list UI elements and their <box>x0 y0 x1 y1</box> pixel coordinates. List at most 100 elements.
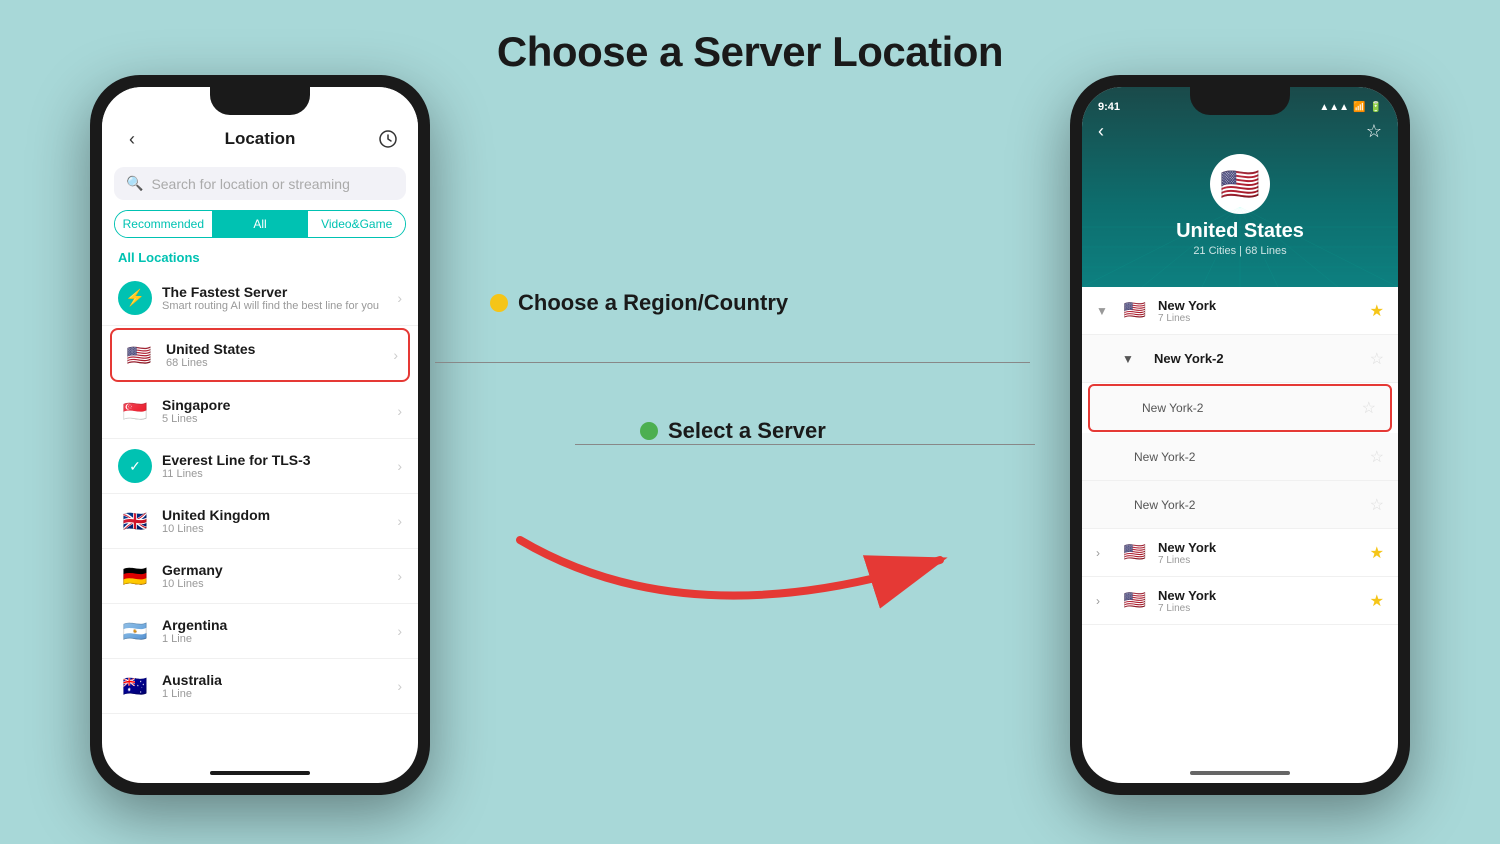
uk-info: United Kingdom 10 Lines <box>162 507 397 535</box>
list-item-de[interactable]: 🇩🇪 Germany 10 Lines › <box>102 549 418 604</box>
right-back-button[interactable]: ‹ <box>1098 121 1104 142</box>
star-icon-2[interactable]: ☆ <box>1370 349 1384 369</box>
star-icon-6[interactable]: ★ <box>1370 543 1384 563</box>
ny-lines-2: 7 Lines <box>1158 555 1370 566</box>
star-icon-4[interactable]: ☆ <box>1370 447 1384 467</box>
right-nav: ‹ ☆ <box>1082 117 1398 146</box>
chevron-icon: › <box>397 403 402 419</box>
au-name: Australia <box>162 672 397 688</box>
grid-decoration <box>1082 207 1398 287</box>
us-flag: 🇺🇸 <box>122 338 156 372</box>
section-label: All Locations <box>102 246 418 271</box>
chevron-icon: › <box>397 568 402 584</box>
fastest-icon: ⚡ <box>118 281 152 315</box>
ny-name-3: New York <box>1158 588 1370 603</box>
region-dot <box>490 294 508 312</box>
star-icon-1[interactable]: ★ <box>1370 301 1384 321</box>
home-indicator <box>210 771 310 775</box>
time: 9:41 <box>1098 101 1120 113</box>
au-flag: 🇦🇺 <box>118 669 152 703</box>
list-item-everest[interactable]: ✓ Everest Line for TLS-3 11 Lines › <box>102 439 418 494</box>
chevron-icon: › <box>397 458 402 474</box>
star-icon-7[interactable]: ★ <box>1370 591 1384 611</box>
de-flag: 🇩🇪 <box>118 559 152 593</box>
everest-icon: ✓ <box>118 449 152 483</box>
back-button[interactable]: ‹ <box>118 125 146 153</box>
chevron-icon: › <box>397 290 402 306</box>
tab-videogame[interactable]: Video&Game <box>308 211 405 237</box>
right-item-ny2-parent[interactable]: ▼ New York-2 ☆ <box>1082 335 1398 383</box>
battery-icon: 🔋 <box>1370 102 1382 113</box>
right-home-indicator <box>1190 771 1290 775</box>
server-text: Select a Server <box>668 418 826 444</box>
annotation-region: Choose a Region/Country <box>490 290 788 316</box>
list-item-uk[interactable]: 🇬🇧 United Kingdom 10 Lines › <box>102 494 418 549</box>
list-item-sg[interactable]: 🇸🇬 Singapore 5 Lines › <box>102 384 418 439</box>
location-list: ⚡ The Fastest Server Smart routing AI wi… <box>102 271 418 714</box>
red-arrow <box>490 480 990 680</box>
star-icon-5[interactable]: ☆ <box>1370 495 1384 515</box>
search-placeholder: Search for location or streaming <box>151 176 349 192</box>
fastest-name: The Fastest Server <box>162 284 397 300</box>
us-lines: 68 Lines <box>166 357 393 369</box>
right-header-bg: 9:41 ▲▲▲ 📶 🔋 ‹ ☆ 🇺🇸 United States 21 Cit… <box>1082 87 1398 287</box>
de-info: Germany 10 Lines <box>162 562 397 590</box>
region-text: Choose a Region/Country <box>518 290 788 316</box>
ny-flag-1: 🇺🇸 <box>1120 296 1150 326</box>
sg-flag: 🇸🇬 <box>118 394 152 428</box>
speed-button[interactable] <box>374 125 402 153</box>
everest-name: Everest Line for TLS-3 <box>162 452 397 468</box>
list-item-fastest[interactable]: ⚡ The Fastest Server Smart routing AI wi… <box>102 271 418 326</box>
tab-all[interactable]: All <box>212 211 309 237</box>
list-item-au[interactable]: 🇦🇺 Australia 1 Line › <box>102 659 418 714</box>
ny-lines-3: 7 Lines <box>1158 603 1370 614</box>
connector-line-region <box>435 362 1030 363</box>
ny2-selected-text: New York-2 <box>1142 401 1362 415</box>
chevron-icon: › <box>397 623 402 639</box>
expand-icon-4: › <box>1096 594 1120 608</box>
expand-icon-3: › <box>1096 546 1120 560</box>
right-item-newyork-2[interactable]: › 🇺🇸 New York 7 Lines ★ <box>1082 529 1398 577</box>
right-item-ny2-a[interactable]: New York-2 ☆ <box>1082 433 1398 481</box>
right-phone-screen: 9:41 ▲▲▲ 📶 🔋 ‹ ☆ 🇺🇸 United States 21 Cit… <box>1082 87 1398 783</box>
ar-name: Argentina <box>162 617 397 633</box>
ny-info-2: New York 7 Lines <box>1158 540 1370 566</box>
right-list: ▼ 🇺🇸 New York 7 Lines ★ ▼ New York-2 ☆ N… <box>1082 287 1398 625</box>
us-name: United States <box>166 341 393 357</box>
list-item-ar[interactable]: 🇦🇷 Argentina 1 Line › <box>102 604 418 659</box>
list-item-us[interactable]: 🇺🇸 United States 68 Lines › <box>110 328 410 382</box>
search-icon: 🔍 <box>126 175 143 192</box>
annotation-server: Select a Server <box>640 418 826 444</box>
signal-icon: ▲▲▲ <box>1319 102 1349 113</box>
right-favorite-button[interactable]: ☆ <box>1366 121 1382 142</box>
ny-info-1: New York 7 Lines <box>1158 298 1370 324</box>
wifi-icon: 📶 <box>1353 102 1365 113</box>
right-item-newyork-1[interactable]: ▼ 🇺🇸 New York 7 Lines ★ <box>1082 287 1398 335</box>
de-lines: 10 Lines <box>162 578 397 590</box>
right-item-ny2-b[interactable]: New York-2 ☆ <box>1082 481 1398 529</box>
au-lines: 1 Line <box>162 688 397 700</box>
right-item-ny2-selected[interactable]: New York-2 ☆ <box>1088 384 1392 432</box>
ny-flag-2: 🇺🇸 <box>1120 538 1150 568</box>
ny-flag-3: 🇺🇸 <box>1120 586 1150 616</box>
chevron-icon: › <box>393 347 398 363</box>
fastest-sub: Smart routing AI will find the best line… <box>162 300 397 312</box>
everest-lines: 11 Lines <box>162 468 397 480</box>
ny2-parent-info: New York-2 <box>1154 351 1370 366</box>
right-item-newyork-3[interactable]: › 🇺🇸 New York 7 Lines ★ <box>1082 577 1398 625</box>
star-icon-3[interactable]: ☆ <box>1362 398 1376 418</box>
tab-bar: Recommended All Video&Game <box>114 210 406 238</box>
left-phone: ‹ Location 🔍 Search for location or stre… <box>90 75 430 795</box>
us-info: United States 68 Lines <box>166 341 393 369</box>
ar-flag: 🇦🇷 <box>118 614 152 648</box>
ny2-a-text: New York-2 <box>1134 450 1370 464</box>
sg-name: Singapore <box>162 397 397 413</box>
phone-notch <box>210 87 310 115</box>
ny-name-1: New York <box>1158 298 1370 313</box>
de-name: Germany <box>162 562 397 578</box>
chevron-icon: › <box>397 678 402 694</box>
tab-recommended[interactable]: Recommended <box>115 211 212 237</box>
sg-info: Singapore 5 Lines <box>162 397 397 425</box>
connector-line-server <box>575 444 1035 445</box>
search-bar[interactable]: 🔍 Search for location or streaming <box>114 167 406 200</box>
